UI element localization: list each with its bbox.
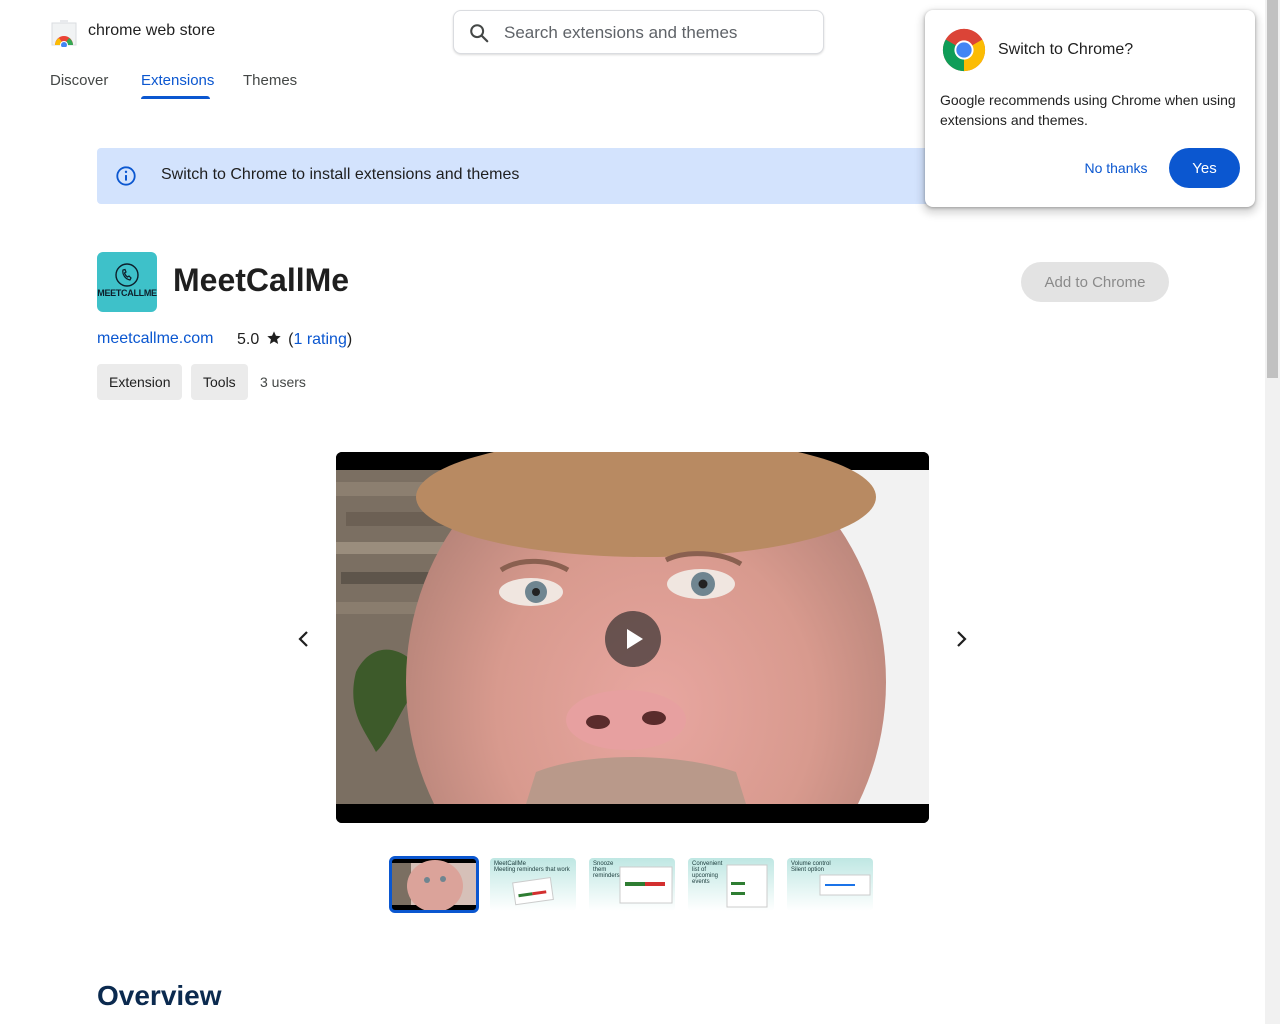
thumbnail-image	[391, 858, 477, 911]
developer-website-link[interactable]: meetcallme.com	[97, 330, 213, 348]
thumbnail-caption: MeetCallMe Meeting reminders that work	[494, 861, 570, 873]
dialog-body: Google recommends using Chrome when usin…	[940, 92, 1236, 128]
yes-button[interactable]: Yes	[1169, 148, 1240, 188]
add-to-chrome-button[interactable]: Add to Chrome	[1021, 262, 1169, 302]
active-tab-indicator	[141, 96, 210, 99]
thumbnail-3[interactable]: Snooze them reminders	[589, 858, 675, 911]
thumbnail-graphic	[619, 866, 673, 904]
search-input[interactable]	[504, 21, 804, 45]
overview-heading: Overview	[97, 980, 222, 1011]
thumbnail-caption: Convenient list of upcoming events	[692, 861, 723, 885]
thumbnail-5[interactable]: Volume control Silent option	[787, 858, 873, 911]
tab-discover[interactable]: Discover	[50, 72, 108, 89]
extension-title: MeetCallMe	[173, 262, 350, 298]
chrome-web-store-logo[interactable]	[49, 17, 79, 47]
user-count: 3 users	[260, 374, 306, 390]
thumbnail-2[interactable]: MeetCallMe Meeting reminders that work	[490, 858, 576, 911]
store-name[interactable]: chrome web store	[88, 22, 215, 40]
page-scrollbar[interactable]	[1265, 0, 1280, 1024]
promo-video[interactable]	[336, 452, 929, 823]
thumbnail-graphic	[512, 877, 554, 906]
no-thanks-button[interactable]: No thanks	[1075, 148, 1157, 188]
thumbnail-4[interactable]: Convenient list of upcoming events	[688, 858, 774, 911]
chrome-icon	[942, 28, 986, 72]
info-icon	[116, 166, 136, 186]
rating-close-paren: )	[346, 331, 353, 348]
thumbnail-caption: Volume control Silent option	[791, 861, 831, 873]
dialog-title: Switch to Chrome?	[998, 41, 1134, 58]
extension-icon: MEETCALLME	[97, 252, 157, 312]
chip-extension[interactable]: Extension	[97, 364, 183, 400]
chip-tools[interactable]: Tools	[191, 364, 248, 400]
banner-text: Switch to Chrome to install extensions a…	[161, 166, 520, 183]
chevron-left-icon[interactable]	[292, 627, 316, 651]
thumbnail-graphic	[726, 864, 768, 908]
search-box[interactable]	[453, 10, 824, 54]
switch-to-chrome-dialog: Switch to Chrome? Google recommends usin…	[925, 10, 1255, 207]
star-icon	[267, 331, 281, 344]
thumbnail-graphic	[819, 874, 871, 896]
rating-summary: 5.0 (1 rating)	[237, 330, 352, 349]
phone-icon	[115, 263, 139, 287]
scrollbar-thumb[interactable]	[1267, 0, 1278, 378]
extension-icon-text: MEETCALLME	[97, 288, 157, 298]
search-icon[interactable]	[468, 22, 490, 44]
chevron-right-icon[interactable]	[949, 627, 973, 651]
rating-value: 5.0	[237, 331, 260, 348]
play-icon[interactable]	[605, 611, 661, 667]
rating-count-link[interactable]: 1 rating	[293, 331, 346, 348]
thumbnail-video[interactable]	[389, 856, 479, 913]
tab-themes[interactable]: Themes	[243, 72, 297, 89]
tab-extensions[interactable]: Extensions	[141, 72, 214, 89]
